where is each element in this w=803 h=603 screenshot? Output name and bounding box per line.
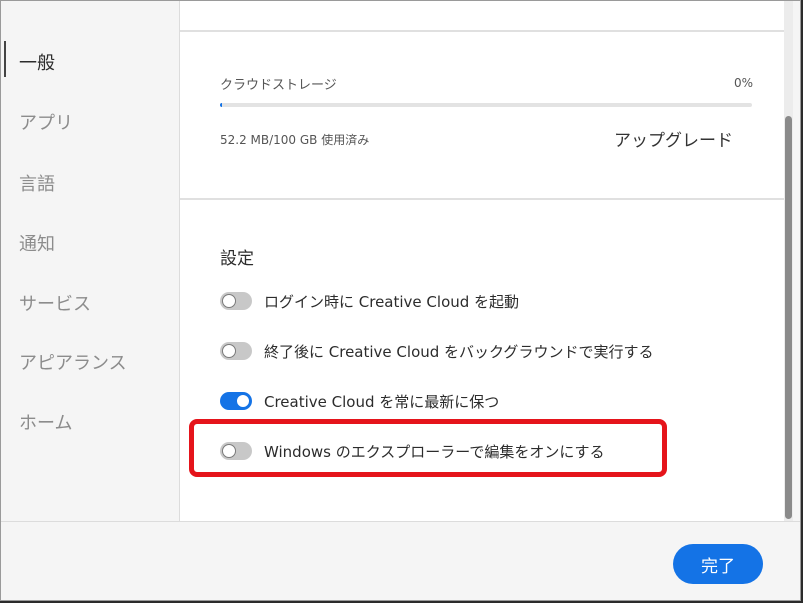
toggle-label: Windows のエクスプローラーで編集をオンにする [264,442,605,461]
toggle-row-explorer-editing[interactable]: Windows のエクスプローラーで編集をオンにする [220,440,605,462]
storage-used-text: 52.2 MB/100 GB 使用済み [220,133,370,147]
done-button[interactable]: 完了 [673,544,763,584]
toggle-row-keep-up-to-date[interactable]: Creative Cloud を常に最新に保つ [220,390,499,412]
toggle-switch[interactable] [220,292,252,310]
preferences-dialog: 一般 アプリ 言語 通知 サービス アピアランス ホーム クラウドストレージ 0… [0,0,801,601]
toggle-label: 終了後に Creative Cloud をバックグラウンドで実行する [264,342,654,361]
toggle-switch[interactable] [220,442,252,460]
toggle-knob [236,394,250,408]
toggle-switch[interactable] [220,392,252,410]
toggle-row-run-in-background[interactable]: 終了後に Creative Cloud をバックグラウンドで実行する [220,340,653,362]
toggle-knob [222,444,236,458]
footer: 完了 [1,521,800,600]
settings-card: 設定 ログイン時に Creative Cloud を起動 終了後に Creati… [180,199,793,522]
sidebar-item-services[interactable]: サービス [19,290,91,316]
sidebar-item-language[interactable]: 言語 [19,170,55,196]
content-area: クラウドストレージ 0% 52.2 MB/100 GB 使用済み アップグレード… [180,1,793,522]
settings-title: 設定 [220,249,254,269]
toggle-label: Creative Cloud を常に最新に保つ [264,392,500,411]
storage-progress-bar [220,103,752,107]
storage-percent: 0% [733,76,753,90]
storage-label: クラウドストレージ [220,78,337,93]
toggle-label: ログイン時に Creative Cloud を起動 [264,292,520,311]
sidebar-item-appearance[interactable]: アピアランス [19,349,127,375]
top-card [180,1,793,31]
scrollbar[interactable] [784,1,793,521]
sidebar: 一般 アプリ 言語 通知 サービス アピアランス ホーム [1,1,180,521]
scrollbar-thumb[interactable] [785,116,792,519]
toggle-knob [222,294,236,308]
sidebar-item-general[interactable]: 一般 [19,49,55,75]
toggle-switch[interactable] [220,342,252,360]
sidebar-item-apps[interactable]: アプリ [19,109,73,135]
upgrade-link[interactable]: アップグレード [614,126,733,151]
toggle-knob [222,344,236,358]
sidebar-item-notifications[interactable]: 通知 [19,230,55,256]
storage-card: クラウドストレージ 0% 52.2 MB/100 GB 使用済み アップグレード [180,31,793,199]
storage-progress-fill [220,103,223,107]
sidebar-item-home[interactable]: ホーム [19,409,72,435]
sidebar-active-indicator [4,41,6,77]
toggle-row-launch-at-login[interactable]: ログイン時に Creative Cloud を起動 [220,290,519,312]
